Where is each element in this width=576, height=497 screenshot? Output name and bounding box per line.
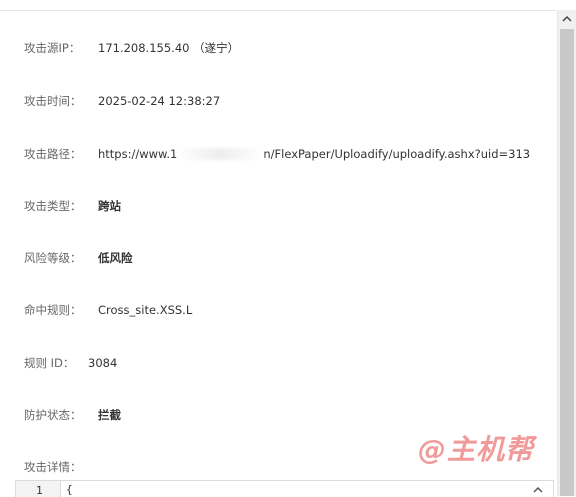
field-attack-type: 攻击类型： 跨站 bbox=[24, 196, 121, 216]
protection-status-value: 拦截 bbox=[98, 408, 121, 422]
field-attack-detail: 攻击详情： bbox=[24, 457, 98, 477]
attack-path-prefix[interactable]: https://www.1 bbox=[98, 147, 177, 161]
field-hit-rule: 命中规则： Cross_site.XSS.L bbox=[24, 300, 192, 320]
redacted-domain-mask bbox=[177, 148, 264, 160]
chevron-up-icon bbox=[561, 15, 572, 22]
hit-rule-label: 命中规则： bbox=[24, 303, 82, 317]
attack-path-label: 攻击路径： bbox=[24, 147, 82, 161]
hit-rule-value: Cross_site.XSS.L bbox=[98, 303, 193, 317]
attack-type-label: 攻击类型： bbox=[24, 199, 82, 213]
attack-path-suffix[interactable]: n/FlexPaper/Uploadify/uploadify.ashx?uid… bbox=[263, 147, 530, 161]
risk-level-label: 风险等级： bbox=[24, 251, 82, 265]
source-ip-label: 攻击源IP： bbox=[24, 41, 81, 55]
field-rule-id: 规则 ID： 3084 bbox=[24, 353, 117, 373]
line-number: 1 bbox=[36, 484, 43, 497]
editor-code-line[interactable]: { bbox=[66, 483, 73, 496]
attack-time-value: 2025-02-24 12:38:27 bbox=[98, 94, 221, 108]
editor-scroll-up-button[interactable] bbox=[530, 482, 546, 496]
rule-id-label: 规则 ID： bbox=[24, 356, 75, 370]
rule-id-value: 3084 bbox=[88, 356, 118, 370]
field-attack-path: 攻击路径： https://www.1 n/FlexPaper/Uploadif… bbox=[24, 144, 530, 164]
attack-detail-editor[interactable]: 1 { bbox=[15, 480, 554, 497]
scroll-up-button[interactable] bbox=[557, 10, 576, 27]
editor-gutter: 1 bbox=[16, 481, 61, 497]
protection-status-label: 防护状态： bbox=[24, 408, 82, 422]
scrollbar-thumb[interactable] bbox=[560, 29, 574, 496]
attack-detail-label: 攻击详情： bbox=[24, 460, 82, 474]
watermark: @主机帮 bbox=[418, 433, 535, 466]
field-protection-status: 防护状态： 拦截 bbox=[24, 405, 121, 425]
attack-time-label: 攻击时间： bbox=[24, 94, 82, 108]
field-source-ip: 攻击源IP： 171.208.155.40 （遂宁） bbox=[24, 38, 239, 58]
field-risk-level: 风险等级： 低风险 bbox=[24, 248, 133, 268]
field-attack-time: 攻击时间： 2025-02-24 12:38:27 bbox=[24, 91, 220, 111]
source-ip-value: 171.208.155.40 （遂宁） bbox=[98, 41, 240, 55]
attack-type-value: 跨站 bbox=[98, 199, 121, 213]
chevron-up-icon bbox=[533, 486, 543, 493]
risk-level-value: 低风险 bbox=[98, 251, 133, 265]
